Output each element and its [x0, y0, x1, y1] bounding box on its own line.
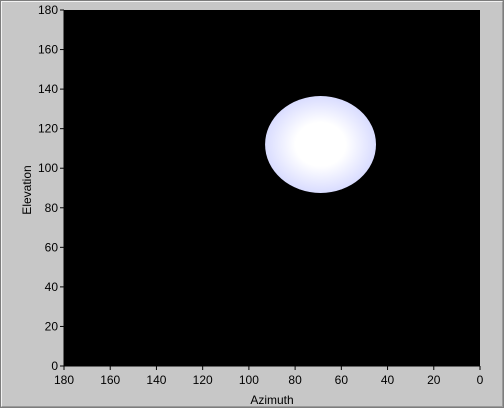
y-tick-label: 0: [51, 359, 58, 373]
x-tick-label: 120: [193, 373, 213, 387]
heatmap-hotspot-layer: [265, 96, 376, 193]
plot-area: [64, 10, 480, 366]
y-tick-label: 100: [38, 161, 58, 175]
heatmap-hotspot: [265, 96, 376, 193]
x-tick-label: 100: [239, 373, 259, 387]
x-tick-label: 40: [381, 373, 395, 387]
heatmap-chart: 180 160 140 120 100 80 60 40 20 0 0 20 40 60 80 100 120…: [20, 3, 484, 407]
x-tick-label: 140: [146, 373, 166, 387]
y-axis: 0 20 40 60 80 100 120 140 160 180: [38, 3, 65, 373]
y-tick-label: 140: [38, 82, 58, 96]
y-tick-label: 40: [45, 280, 59, 294]
y-tick-label: 120: [38, 122, 58, 136]
x-tick-label: 0: [477, 373, 484, 387]
x-axis-label: Azimuth: [250, 393, 293, 407]
x-tick-label: 180: [54, 373, 74, 387]
x-tick-label: 60: [335, 373, 349, 387]
x-axis: 180 160 140 120 100 80 60 40 20 0: [54, 365, 484, 387]
y-tick-label: 80: [45, 201, 59, 215]
x-tick-label: 20: [427, 373, 441, 387]
y-tick-label: 160: [38, 43, 58, 57]
x-tick-label: 160: [100, 373, 120, 387]
y-tick-label: 60: [45, 240, 59, 254]
y-tick-label: 20: [45, 319, 59, 333]
y-axis-label: Elevation: [20, 165, 34, 214]
y-tick-label: 180: [38, 3, 58, 17]
x-tick-label: 80: [288, 373, 302, 387]
